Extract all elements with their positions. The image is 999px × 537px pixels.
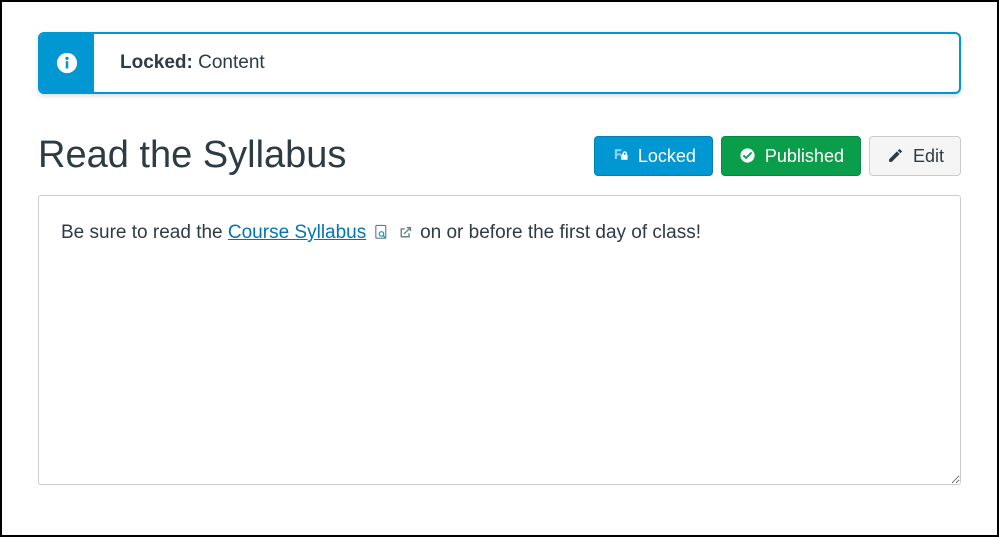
app-frame: Locked: Content Read the Syllabus Locked… bbox=[0, 0, 999, 537]
locked-alert: Locked: Content bbox=[38, 32, 961, 94]
course-syllabus-link[interactable]: Course Syllabus bbox=[228, 222, 366, 243]
published-button[interactable]: Published bbox=[721, 136, 861, 176]
page-title: Read the Syllabus bbox=[38, 134, 346, 177]
header-row: Read the Syllabus Locked Published Edit bbox=[38, 134, 961, 177]
pencil-icon bbox=[887, 147, 904, 164]
content-after-link: on or before the first day of class! bbox=[420, 222, 701, 243]
content-line: Be sure to read the Course Syllabus on o… bbox=[61, 222, 938, 244]
edit-button-label: Edit bbox=[913, 147, 944, 165]
check-circle-icon bbox=[739, 147, 756, 164]
blueprint-lock-icon bbox=[612, 147, 629, 164]
content-before-link: Be sure to read the bbox=[61, 222, 228, 243]
info-icon bbox=[40, 34, 94, 92]
published-button-label: Published bbox=[765, 147, 844, 165]
file-preview-icon[interactable] bbox=[373, 224, 390, 241]
alert-label: Locked: bbox=[120, 52, 193, 73]
alert-value: Content bbox=[198, 52, 265, 73]
content-box[interactable]: Be sure to read the Course Syllabus on o… bbox=[38, 195, 961, 485]
alert-text: Locked: Content bbox=[94, 34, 291, 92]
locked-button[interactable]: Locked bbox=[594, 136, 713, 176]
action-buttons: Locked Published Edit bbox=[594, 136, 961, 176]
external-link-icon[interactable] bbox=[397, 224, 414, 241]
edit-button[interactable]: Edit bbox=[869, 136, 961, 176]
locked-button-label: Locked bbox=[638, 147, 696, 165]
